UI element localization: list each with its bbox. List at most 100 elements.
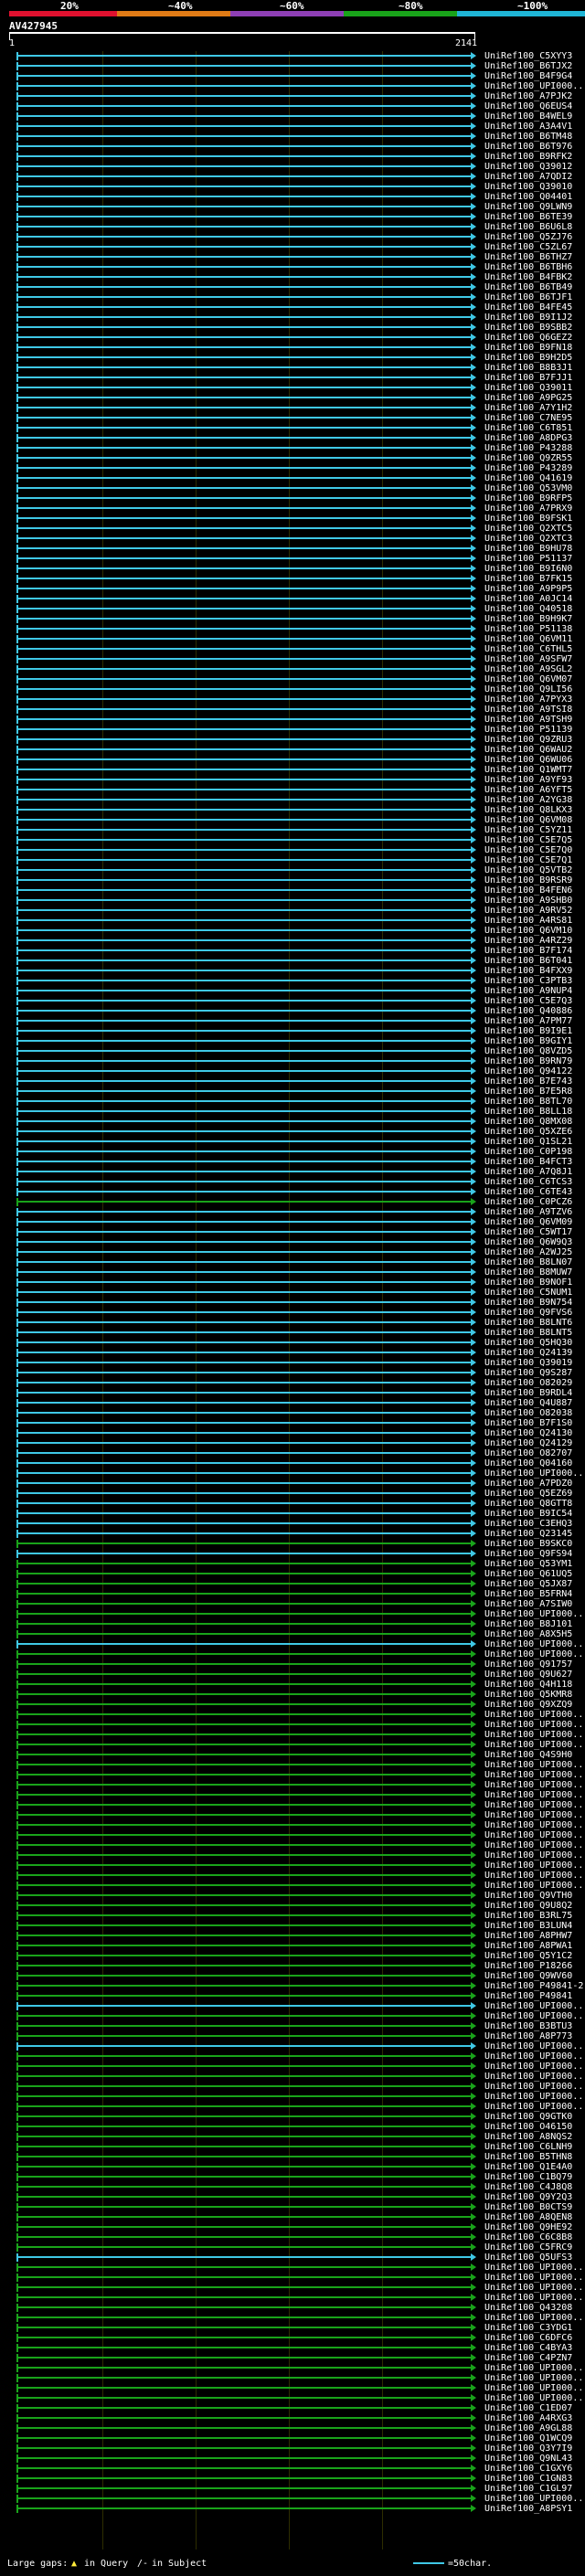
hit-row[interactable]: UniRef100_Q24139 xyxy=(0,1348,585,1358)
hit-row[interactable]: UniRef100_A8P773 xyxy=(0,2031,585,2041)
hit-name-link[interactable]: UniRef100_B6T976 xyxy=(484,142,572,152)
hit-row[interactable]: UniRef100_Q6WAU2 xyxy=(0,745,585,755)
hit-name-link[interactable]: UniRef100_A7Q8J1 xyxy=(484,1167,572,1177)
hit-row[interactable]: UniRef100_UPI000... xyxy=(0,1740,585,1750)
hit-row[interactable]: UniRef100_B8MUW7 xyxy=(0,1267,585,1277)
hit-row[interactable]: UniRef100_B9N754 xyxy=(0,1298,585,1308)
hit-name-link[interactable]: UniRef100_UPI000... xyxy=(484,2393,585,2403)
hit-row[interactable]: UniRef100_Q1SL21 xyxy=(0,1137,585,1147)
hit-row[interactable]: UniRef100_UPI000... xyxy=(0,1649,585,1659)
hit-row[interactable]: UniRef100_C3YDG1 xyxy=(0,2323,585,2333)
hit-name-link[interactable]: UniRef100_Q6GEZ2 xyxy=(484,333,572,343)
hit-name-link[interactable]: UniRef100_B9SKC0 xyxy=(484,1539,572,1549)
hit-row[interactable]: UniRef100_B6U6L8 xyxy=(0,222,585,232)
hit-row[interactable]: UniRef100_UPI000... xyxy=(0,1800,585,1810)
hit-name-link[interactable]: UniRef100_Q6WAU2 xyxy=(484,745,572,755)
hit-row[interactable]: UniRef100_Q23145 xyxy=(0,1529,585,1539)
hit-name-link[interactable]: UniRef100_A7PRX9 xyxy=(484,504,572,514)
hit-row[interactable]: UniRef100_Q39012 xyxy=(0,162,585,172)
hit-name-link[interactable]: UniRef100_Q9GTK0 xyxy=(484,2112,572,2122)
hit-name-link[interactable]: UniRef100_C5E7Q1 xyxy=(484,855,572,865)
hit-name-link[interactable]: UniRef100_B6T041 xyxy=(484,956,572,966)
hit-name-link[interactable]: UniRef100_Q1WCQ9 xyxy=(484,2433,572,2443)
hit-row[interactable]: UniRef100_Q24130 xyxy=(0,1428,585,1438)
hit-name-link[interactable]: UniRef100_P43288 xyxy=(484,443,572,453)
hit-name-link[interactable]: UniRef100_Q39019 xyxy=(484,1358,572,1368)
hit-row[interactable]: UniRef100_UPI000... xyxy=(0,1850,585,1860)
hit-name-link[interactable]: UniRef100_B6TE39 xyxy=(484,212,572,222)
hit-row[interactable]: UniRef100_P51138 xyxy=(0,624,585,634)
hit-name-link[interactable]: UniRef100_UPI000... xyxy=(484,2363,585,2373)
hit-row[interactable]: UniRef100_A2WJ25 xyxy=(0,1247,585,1257)
hit-name-link[interactable]: UniRef100_Q40518 xyxy=(484,604,572,614)
hit-row[interactable]: UniRef100_UPI000... xyxy=(0,2373,585,2383)
hit-row[interactable]: UniRef100_P43288 xyxy=(0,443,585,453)
hit-row[interactable]: UniRef100_A8PSY1 xyxy=(0,2504,585,2514)
hit-row[interactable]: UniRef100_B9I6N0 xyxy=(0,564,585,574)
hit-row[interactable]: UniRef100_A7PRX9 xyxy=(0,504,585,514)
hit-name-link[interactable]: UniRef100_B6TM48 xyxy=(484,132,572,142)
hit-name-link[interactable]: UniRef100_B8TL70 xyxy=(484,1097,572,1107)
hit-row[interactable]: UniRef100_Q41619 xyxy=(0,473,585,483)
hit-name-link[interactable]: UniRef100_B9N754 xyxy=(484,1298,572,1308)
hit-name-link[interactable]: UniRef100_B5THN8 xyxy=(484,2152,572,2162)
hit-row[interactable]: UniRef100_B9RFK2 xyxy=(0,152,585,162)
hit-name-link[interactable]: UniRef100_Q8LKX3 xyxy=(484,805,572,815)
hit-name-link[interactable]: UniRef100_Q5EZ69 xyxy=(484,1489,572,1499)
hit-name-link[interactable]: UniRef100_B9FSK1 xyxy=(484,514,572,524)
hit-row[interactable]: UniRef100_UPI000... xyxy=(0,2393,585,2403)
hit-row[interactable]: UniRef100_Q9WV60 xyxy=(0,1971,585,1981)
hit-name-link[interactable]: UniRef100_C6THL5 xyxy=(484,644,572,654)
hit-row[interactable]: UniRef100_A8NQS2 xyxy=(0,2132,585,2142)
hit-row[interactable]: UniRef100_P49841-2 xyxy=(0,1981,585,1991)
hit-row[interactable]: UniRef100_B7FJJ1 xyxy=(0,373,585,383)
hit-name-link[interactable]: UniRef100_C1GL97 xyxy=(484,2484,572,2494)
hit-row[interactable]: UniRef100_A4RS81 xyxy=(0,916,585,926)
hit-name-link[interactable]: UniRef100_A0JC14 xyxy=(484,594,572,604)
hit-name-link[interactable]: UniRef100_C4PZN7 xyxy=(484,2353,572,2363)
hit-name-link[interactable]: UniRef100_Q24130 xyxy=(484,1428,572,1438)
hit-name-link[interactable]: UniRef100_C1BQ79 xyxy=(484,2172,572,2182)
hit-name-link[interactable]: UniRef100_UPI000... xyxy=(484,1639,585,1649)
hit-row[interactable]: UniRef100_UPI000... xyxy=(0,2383,585,2393)
hit-row[interactable]: UniRef100_A8X5H5 xyxy=(0,1629,585,1639)
hit-name-link[interactable]: UniRef100_UPI000... xyxy=(484,2373,585,2383)
hit-name-link[interactable]: UniRef100_B8LN07 xyxy=(484,1257,572,1267)
hit-row[interactable]: UniRef100_UPI000... xyxy=(0,2283,585,2293)
hit-row[interactable]: UniRef100_Q9U8Q2 xyxy=(0,1901,585,1911)
hit-row[interactable]: UniRef100_UPI000... xyxy=(0,1720,585,1730)
hit-row[interactable]: UniRef100_UPI000... xyxy=(0,1820,585,1830)
hit-name-link[interactable]: UniRef100_A9GL88 xyxy=(484,2423,572,2433)
hit-row[interactable]: UniRef100_B8TL70 xyxy=(0,1097,585,1107)
hit-name-link[interactable]: UniRef100_Q5JX87 xyxy=(484,1579,572,1589)
hit-name-link[interactable]: UniRef100_Q41619 xyxy=(484,473,572,483)
hit-name-link[interactable]: UniRef100_Q24129 xyxy=(484,1438,572,1448)
hit-row[interactable]: UniRef100_Q6W9Q3 xyxy=(0,1237,585,1247)
hit-name-link[interactable]: UniRef100_B9RDL4 xyxy=(484,1388,572,1398)
hit-row[interactable]: UniRef100_Q5Y1C2 xyxy=(0,1951,585,1961)
hit-name-link[interactable]: UniRef100_A8PSY1 xyxy=(484,2504,572,2514)
hit-row[interactable]: UniRef100_Q94122 xyxy=(0,1066,585,1076)
hit-name-link[interactable]: UniRef100_Q6W9Q3 xyxy=(484,1237,572,1247)
hit-name-link[interactable]: UniRef100_UPI000... xyxy=(484,1881,585,1891)
hit-name-link[interactable]: UniRef100_Q9ZRU3 xyxy=(484,735,572,745)
hit-row[interactable]: UniRef100_Q6VM11 xyxy=(0,634,585,644)
hit-row[interactable]: UniRef100_C1GXY6 xyxy=(0,2464,585,2474)
hit-row[interactable]: UniRef100_A2YG38 xyxy=(0,795,585,805)
hit-row[interactable]: UniRef100_B4WEL9 xyxy=(0,111,585,122)
hit-row[interactable]: UniRef100_Q8GTT8 xyxy=(0,1499,585,1509)
hit-row[interactable]: UniRef100_C1BQ79 xyxy=(0,2172,585,2182)
hit-row[interactable]: UniRef100_UPI000... xyxy=(0,1830,585,1840)
hit-name-link[interactable]: UniRef100_A9SHB0 xyxy=(484,896,572,906)
hit-row[interactable]: UniRef100_Q9HE92 xyxy=(0,2222,585,2232)
hit-name-link[interactable]: UniRef100_A8PHW7 xyxy=(484,1931,572,1941)
hit-name-link[interactable]: UniRef100_B8LNT5 xyxy=(484,1328,572,1338)
hit-row[interactable]: UniRef100_UPI000... xyxy=(0,1790,585,1800)
hit-name-link[interactable]: UniRef100_P51137 xyxy=(484,554,572,564)
hit-name-link[interactable]: UniRef100_Q5VTB2 xyxy=(484,865,572,875)
hit-name-link[interactable]: UniRef100_Q9U627 xyxy=(484,1670,572,1680)
hit-row[interactable]: UniRef100_Q6GEZ2 xyxy=(0,333,585,343)
hit-name-link[interactable]: UniRef100_B7FK15 xyxy=(484,574,572,584)
hit-name-link[interactable]: UniRef100_A3A4V1 xyxy=(484,122,572,132)
hit-name-link[interactable]: UniRef100_Q9NL43 xyxy=(484,2454,572,2464)
